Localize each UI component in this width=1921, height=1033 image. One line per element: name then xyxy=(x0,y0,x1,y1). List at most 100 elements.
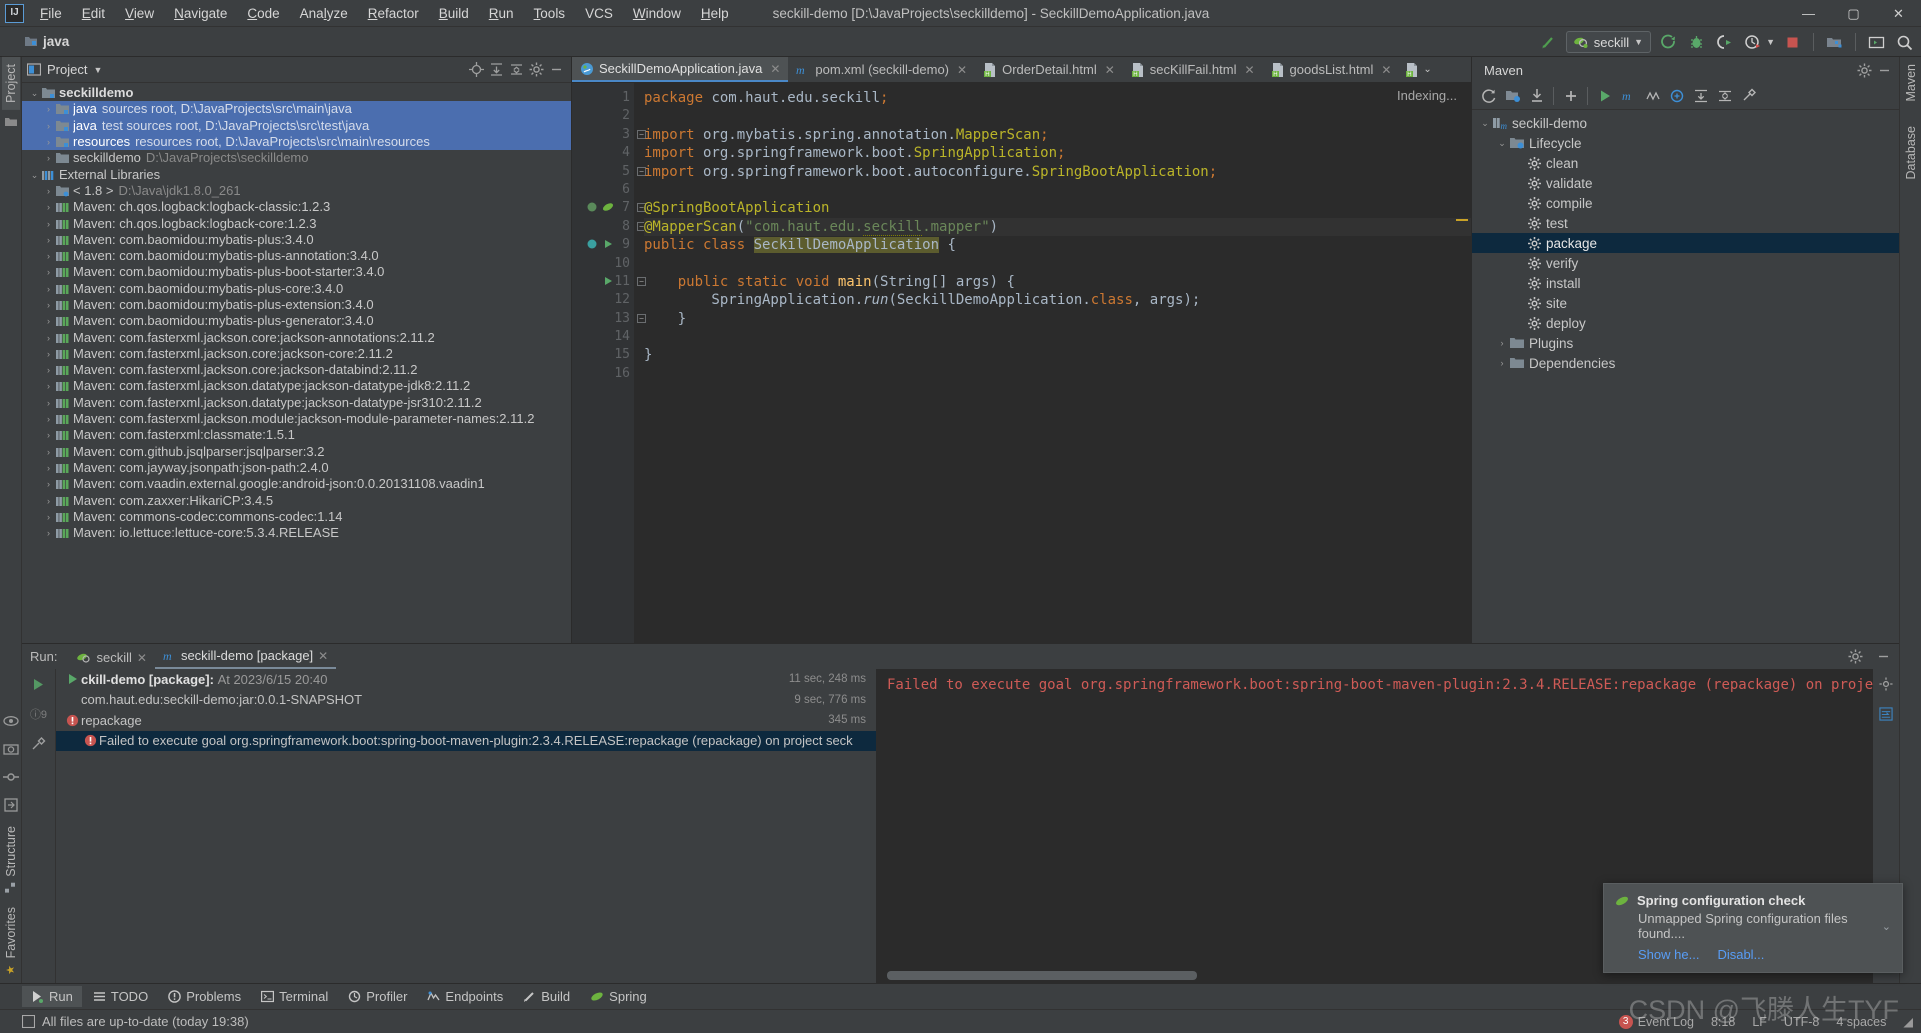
project-tree-row[interactable]: › Maven: com.jayway.jsonpath:json-path:2.… xyxy=(22,460,571,476)
project-tree-row[interactable]: › Maven: commons-codec:commons-codec:1.14 xyxy=(22,509,571,525)
run-tab-seckill[interactable]: seckill ✕ xyxy=(69,647,154,669)
execute-goal-icon[interactable]: m xyxy=(1618,86,1639,107)
menu-item-navigate[interactable]: Navigate xyxy=(164,2,237,25)
maven-tree-row-validate[interactable]: validate xyxy=(1472,173,1899,193)
maximize-button[interactable]: ▢ xyxy=(1831,0,1876,27)
chevron-right-icon[interactable]: › xyxy=(42,395,55,411)
project-tree-row[interactable]: › resources resources root, D:\JavaProject… xyxy=(22,133,571,151)
gutter-line-1[interactable]: 1 xyxy=(572,89,634,107)
chevron-right-icon[interactable]: › xyxy=(42,411,55,427)
show-help-link[interactable]: Show he... xyxy=(1638,947,1699,962)
maven-tree-row-deploy[interactable]: deploy xyxy=(1472,313,1899,333)
run-icon[interactable] xyxy=(1594,86,1615,107)
editor-tab-seckillfail[interactable]: HsecKillFail.html ✕ xyxy=(1123,57,1263,82)
maven-tree-row-seckill-demo[interactable]: ⌄ m seckill-demo xyxy=(1472,113,1899,133)
tool-window-button-build[interactable]: Build xyxy=(514,986,579,1007)
run-result-row[interactable]: repackage 345 ms xyxy=(56,710,876,731)
project-tree-row[interactable]: › java sources root, D:\JavaProjects\src\m… xyxy=(22,101,571,118)
menu-item-refactor[interactable]: Refactor xyxy=(358,2,429,25)
resize-grip-icon[interactable]: ◢ xyxy=(1903,1014,1913,1029)
project-tree-row[interactable]: › Maven: com.baomidou:mybatis-plus-extens… xyxy=(22,297,571,313)
chevron-down-icon[interactable]: ⌄ xyxy=(28,85,41,101)
chevron-right-icon[interactable]: › xyxy=(42,509,55,525)
stripe-warning-mark[interactable] xyxy=(1456,219,1468,221)
run-gutter-icon[interactable] xyxy=(602,238,616,252)
project-tree-row[interactable]: › Maven: com.github.jsqlparser:jsqlparser… xyxy=(22,444,571,460)
error-stripe[interactable] xyxy=(1455,83,1469,643)
breadcrumb[interactable]: java xyxy=(4,34,69,49)
project-tree-row[interactable]: › Maven: com.baomidou:mybatis-plus-genera… xyxy=(22,313,571,329)
settings-icon[interactable] xyxy=(1738,86,1759,107)
code-editor[interactable]: 1 2 3−4 5−6 7−8−9 10 11−12 13−14 15 16 package co… xyxy=(572,83,1471,643)
maven-tree-row-lifecycle[interactable]: ⌄ Lifecycle xyxy=(1472,133,1899,153)
tool-window-button-spring[interactable]: Spring xyxy=(581,986,656,1007)
maven-tree-row-package[interactable]: package xyxy=(1472,233,1899,253)
run-icon[interactable] xyxy=(1658,32,1679,53)
gutter-line-15[interactable]: 15 xyxy=(572,346,634,364)
locate-icon[interactable] xyxy=(466,60,486,80)
close-icon[interactable]: ✕ xyxy=(1244,63,1254,77)
chevron-right-icon[interactable]: › xyxy=(42,346,55,362)
run-tab-list[interactable]: seckill ✕ m seckill-demo [package] ✕ xyxy=(69,644,337,669)
tool-window-button-terminal[interactable]: Terminal xyxy=(252,986,337,1007)
chevron-right-icon[interactable]: › xyxy=(42,313,55,329)
reload-icon[interactable] xyxy=(1478,86,1499,107)
chevron-down-icon[interactable]: ⌄ xyxy=(1495,138,1509,149)
editor-tab-bar[interactable]: SeckillDemoApplication.java ✕ m pom.xml (se… xyxy=(572,57,1471,83)
chevron-right-icon[interactable]: › xyxy=(42,248,55,264)
gutter-line-6[interactable]: 6 xyxy=(572,181,634,199)
chevron-right-icon[interactable]: › xyxy=(42,199,55,215)
gutter-line-14[interactable]: 14 xyxy=(572,328,634,346)
chevron-right-icon[interactable]: › xyxy=(42,330,55,346)
maven-goal-tree[interactable]: ⌄ m seckill-demo ⌄ Lifecycle clean validate com… xyxy=(1472,110,1899,643)
chevron-right-icon[interactable]: › xyxy=(42,460,55,476)
tool-window-bar[interactable]: Run TODO Problems Terminal Profiler Endpoints… xyxy=(0,983,1921,1009)
project-tree-row[interactable]: ⌄ External Libraries xyxy=(22,166,571,182)
chevron-right-icon[interactable]: › xyxy=(42,101,55,117)
skip-tests-icon[interactable]: ⓘ9 xyxy=(30,705,48,723)
line-separator[interactable]: LF xyxy=(1752,1015,1767,1029)
gutter-line-11[interactable]: 11− xyxy=(572,273,646,291)
chevron-down-icon[interactable]: ⌄ xyxy=(1882,920,1891,933)
chevron-right-icon[interactable]: › xyxy=(42,378,55,394)
toggle-skip-tests-icon[interactable] xyxy=(1642,86,1663,107)
gear-icon[interactable] xyxy=(1877,675,1895,693)
editor-tab-pom[interactable]: m pom.xml (seckill-demo) ✕ xyxy=(788,57,975,82)
run-tab-seckill-demo[interactable]: m seckill-demo [package] ✕ xyxy=(154,645,337,669)
stop-icon[interactable] xyxy=(1782,32,1803,53)
rerun-icon[interactable] xyxy=(30,675,48,693)
menu-item-window[interactable]: Window xyxy=(623,2,691,25)
sidebar-tab-favorites[interactable]: ★ Favorites xyxy=(2,900,20,983)
project-tree-row[interactable]: › Maven: ch.qos.logback:logback-classic:1… xyxy=(22,199,571,215)
hide-panel-icon[interactable] xyxy=(546,60,566,80)
chevron-right-icon[interactable]: › xyxy=(1495,338,1509,348)
run-result-row[interactable]: ckill-demo [package]: At 2023/6/15 20:40… xyxy=(56,669,876,690)
chevron-right-icon[interactable]: › xyxy=(42,297,55,313)
chevron-right-icon[interactable]: › xyxy=(42,444,55,460)
main-menu[interactable]: File Edit View Navigate Code Analyze Refactor B… xyxy=(30,2,739,25)
project-tree-row[interactable]: › Maven: com.baomidou:mybatis-plus-annota… xyxy=(22,248,571,264)
chevron-right-icon[interactable]: › xyxy=(42,281,55,297)
gutter-line-8[interactable]: 8− xyxy=(572,218,646,236)
chevron-right-icon[interactable]: › xyxy=(42,232,55,248)
camera-icon[interactable] xyxy=(2,741,19,757)
caret-position[interactable]: 8:18 xyxy=(1711,1015,1735,1029)
collapse-all-icon[interactable] xyxy=(1714,86,1735,107)
close-icon[interactable]: ✕ xyxy=(1381,63,1391,77)
project-tree-row[interactable]: › Maven: com.fasterxml.jackson.core:jacks… xyxy=(22,362,571,378)
menu-item-file[interactable]: File xyxy=(30,2,72,25)
chevron-right-icon[interactable]: › xyxy=(42,216,55,232)
chevron-right-icon[interactable]: › xyxy=(42,150,55,166)
editor-tab-goodslist[interactable]: HgoodsList.html ✕ xyxy=(1263,57,1400,82)
gutter-line-13[interactable]: 13− xyxy=(572,310,646,328)
profiler-icon[interactable] xyxy=(1666,86,1687,107)
disable-link[interactable]: Disabl... xyxy=(1717,947,1764,962)
close-icon[interactable]: ✕ xyxy=(957,63,967,77)
close-icon[interactable]: ✕ xyxy=(1105,63,1115,77)
maven-tree-row-clean[interactable]: clean xyxy=(1472,153,1899,173)
gutter-line-5[interactable]: 5− xyxy=(572,163,646,181)
gutter-line-4[interactable]: 4 xyxy=(572,144,634,162)
sidebar-tab-database[interactable]: Database xyxy=(1902,119,1920,187)
project-tree-row[interactable]: ⌄ seckilldemo xyxy=(22,85,571,101)
chevron-down-icon[interactable]: ▼ xyxy=(93,65,102,75)
